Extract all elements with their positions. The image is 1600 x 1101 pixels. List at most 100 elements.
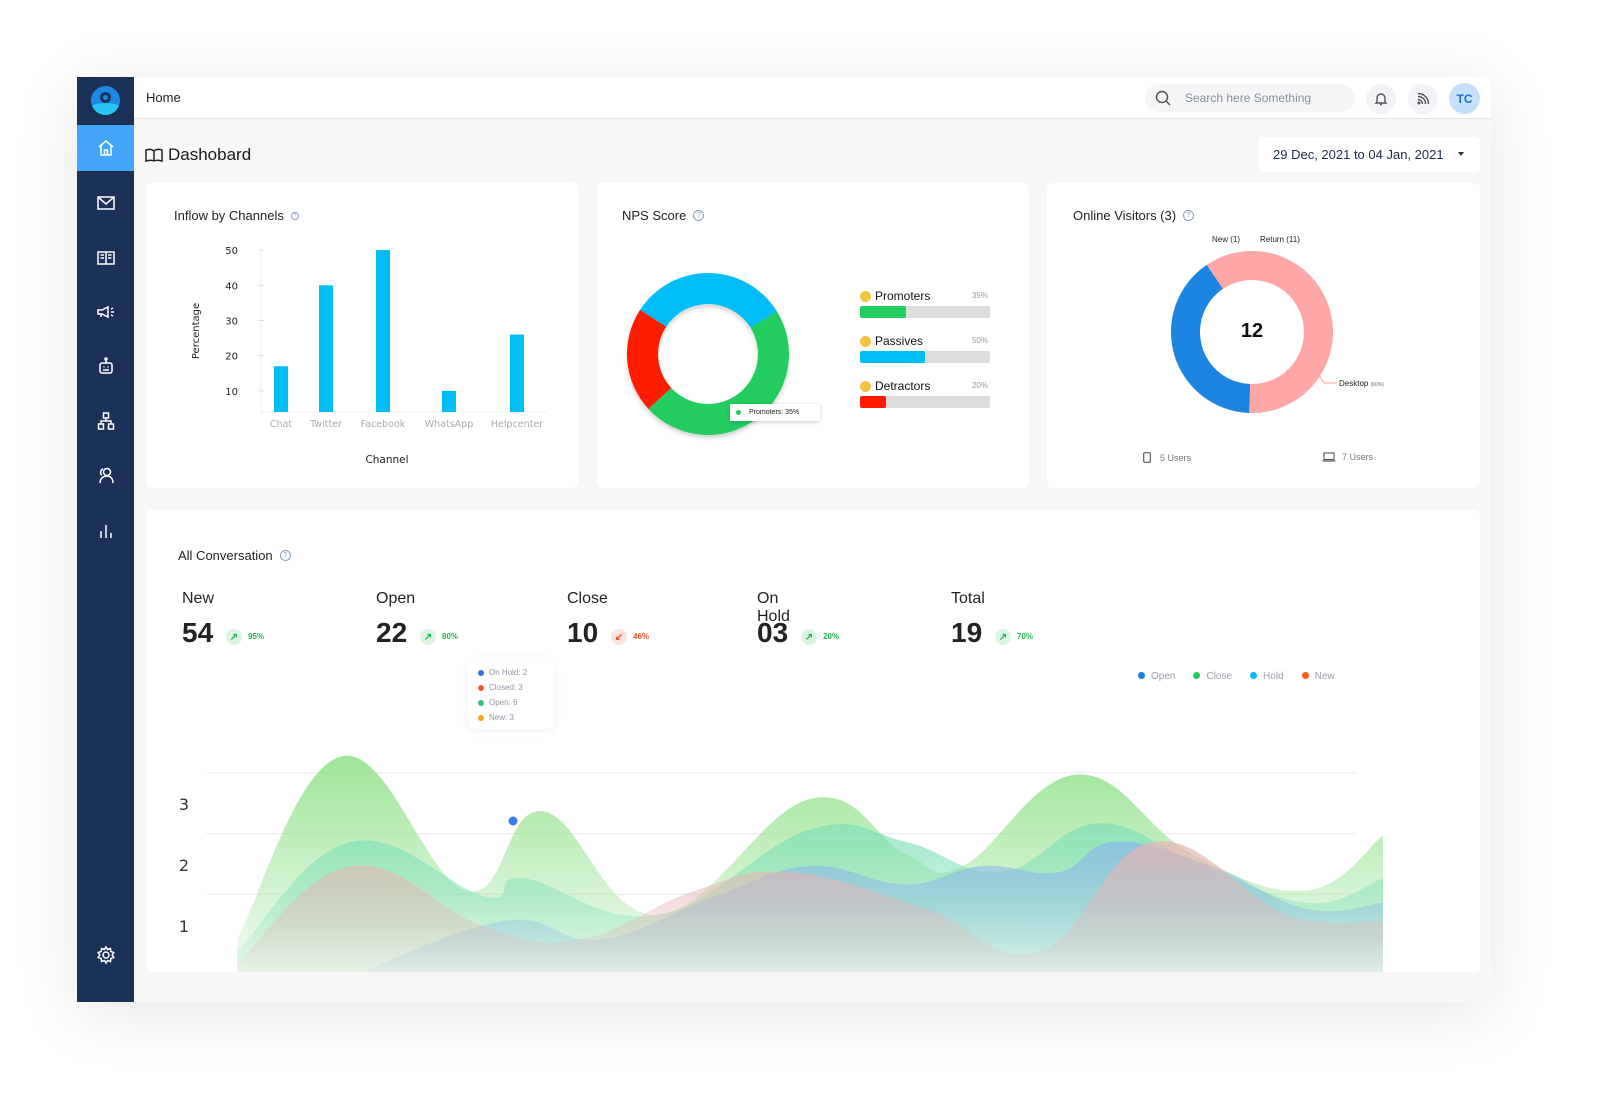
nps-row-label-text: Passives [875,334,924,348]
nps-row-pct: 20% [971,381,988,390]
bar-chat[interactable] [274,366,288,412]
date-range-picker[interactable]: 29 Dec, 2021 to 04 Jan, 2021 [1258,137,1480,172]
x-tick-label: Twitter [309,419,342,430]
sidebar-item-reports[interactable] [77,508,134,554]
nps-row-label-text: Detractors [875,379,931,393]
y-tick-label: 3 [179,795,189,814]
desktop-label-text: Desktop [1339,379,1369,388]
tooltip-text: On Hold: 2 [489,668,528,677]
inflow-card: Inflow by Channels ? 10 20 30 40 50 Chat Twitt… [146,183,578,488]
app-logo[interactable] [91,86,120,115]
y-tick-label: 10 [225,387,238,398]
emoji-icon [860,335,871,347]
tooltip-row: Open: 6 [478,695,554,710]
gear-icon [96,945,115,965]
legend-dot [478,669,484,676]
nps-tooltip: Promoters: 35% [730,404,820,421]
book-open-icon [145,148,163,162]
x-tick-label: Facebook [361,419,406,430]
nps-row-promoters: Promoters 35% [860,289,990,318]
nps-row-label-text: Promoters [875,289,931,303]
search-box[interactable] [1145,84,1355,112]
search-input[interactable] [1185,89,1345,107]
nps-row-pct: 50% [971,336,988,345]
sidebar-item-inbox[interactable] [77,180,134,226]
y-tick-label: 40 [225,281,238,292]
x-tick-label: Chat [270,419,292,430]
slice-passives[interactable] [640,273,777,328]
tooltip-text: Closed: 3 [489,683,523,692]
nps-row-label: Detractors [860,379,990,393]
bar-helpcenter[interactable] [510,334,524,412]
bar-chart-icon [99,525,112,538]
desktop-users: 7 Users [1322,452,1373,462]
desktop-label: Desktop (60%) [1339,379,1384,388]
y-tick-label: 2 [179,856,189,875]
notifications-button[interactable] [1366,84,1396,114]
broadcast-button[interactable] [1408,84,1438,114]
nps-row-pct: 35% [971,291,988,300]
sidebar-item-settings[interactable] [77,932,134,978]
nps-row-label: Passives [860,334,990,348]
tooltip-row: New: 3 [478,710,554,725]
bar-facebook[interactable] [376,250,390,412]
sidebar [77,77,134,1002]
nps-row-label: Promoters [860,289,990,303]
sidebar-item-contacts[interactable] [77,452,134,498]
bar-twitter[interactable] [319,285,333,412]
tooltip-row: Closed: 3 [478,680,554,695]
breadcrumb[interactable]: Home [146,90,181,105]
book-icon [96,251,115,265]
conversation-card: All Conversation ? New 54 ↗ 95% Open 22 ↗… [146,510,1480,972]
rss-icon [1417,92,1430,105]
mail-icon [96,196,115,210]
tooltip-row: On Hold: 2 [478,665,554,680]
mobile-icon [1143,452,1151,463]
legend-dot [478,684,484,691]
y-tick-label: 50 [225,246,238,257]
home-icon [98,140,113,156]
inflow-bar-chart: 10 20 30 40 50 Chat Twitter Facebook WhatsApp Hel… [191,246,546,466]
legend-dot [736,410,741,415]
tooltip-text: New: 3 [489,713,514,722]
bar-whatsapp[interactable] [442,390,456,412]
y-tick-label: 1 [179,917,189,936]
page-title: Dashobard [145,145,251,165]
sidebar-item-home[interactable] [77,125,134,171]
x-tick-label: WhatsApp [425,419,473,430]
visitors-card: Online Visitors (3) ? New (1) Return (11… [1047,183,1480,488]
y-axis-label: Percentage [191,303,202,359]
sidebar-item-knowledge-base[interactable] [77,235,134,281]
robot-icon [98,357,113,374]
nps-row-detractors: Detractors 20% [860,379,990,408]
desktop-pct: (60%) [1370,382,1384,388]
nps-tooltip-text: Promoters: 35% [749,409,800,416]
highlight-point[interactable] [508,816,518,826]
nps-row-passives: Passives 50% [860,334,990,363]
legend-dot [478,714,484,721]
megaphone-icon [96,305,114,319]
laptop-icon [1322,452,1336,462]
progress-track [860,306,990,318]
date-range-text: 29 Dec, 2021 to 04 Jan, 2021 [1273,147,1444,162]
progress-fill [860,351,925,363]
emoji-icon [860,380,871,392]
sidebar-item-campaigns[interactable] [77,289,134,335]
progress-track [860,351,990,363]
bell-icon [1374,93,1388,106]
desktop-users-text: 7 Users [1342,452,1374,462]
app-window: Home TC Dashobard 29 Dec, 2021 to 04 Jan… [77,77,1491,1002]
chart-tooltip: On Hold: 2 Closed: 3 Open: 6 New: 3 [468,657,554,729]
user-avatar[interactable]: TC [1449,83,1480,114]
sidebar-item-bot[interactable] [77,343,134,389]
tooltip-text: Open: 6 [489,698,518,707]
x-axis-label: Channel [365,454,408,466]
hierarchy-icon [97,412,114,430]
progress-fill [860,396,886,408]
nps-card: NPS Score ? Promoters: 35% Promoters 35%… [597,183,1029,488]
y-tick-label: 20 [225,352,238,363]
search-icon [1155,90,1171,106]
sidebar-item-organization[interactable] [77,398,134,444]
mobile-users: 5 Users [1143,452,1191,463]
legend-dot [478,699,484,706]
